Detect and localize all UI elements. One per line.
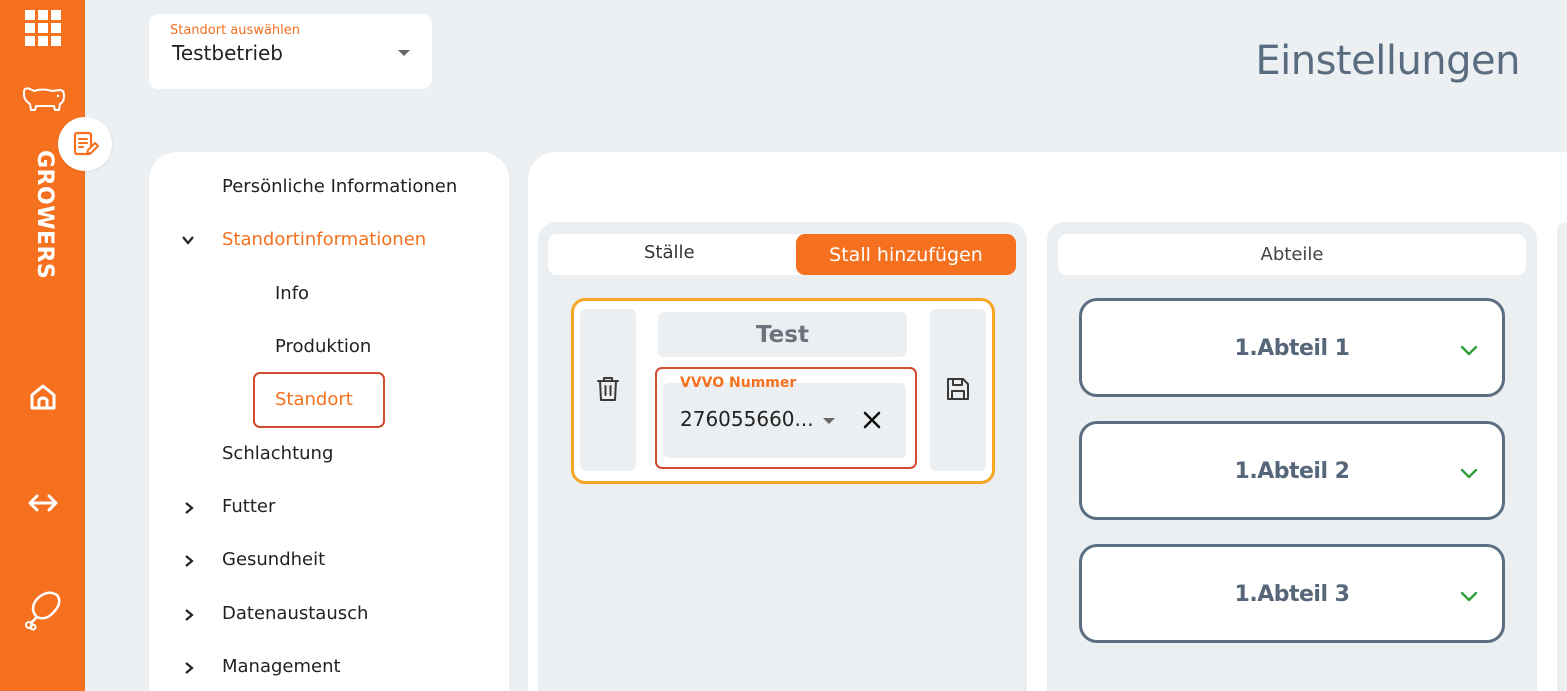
stall-name[interactable]: Test <box>658 312 907 357</box>
menu-item-info[interactable]: Info <box>275 283 309 304</box>
abteil-label: 1.Abteil 1 <box>1234 336 1350 361</box>
abteil-card[interactable]: 1.Abteil 3 <box>1079 544 1505 643</box>
abteile-header: Abteile <box>1058 234 1526 275</box>
location-select-label: Standort auswählen <box>170 23 300 38</box>
abteil-card[interactable]: 1.Abteil 1 <box>1079 298 1505 397</box>
location-select-value: Testbetrieb <box>172 41 284 65</box>
location-select[interactable]: Standort auswählen Testbetrieb <box>149 14 432 89</box>
vvvo-value: 276055660... <box>680 407 814 431</box>
menu-item-persoenliche-informationen[interactable]: Persönliche Informationen <box>222 176 457 197</box>
vvvo-select[interactable]: VVVO Nummer 276055660... <box>663 375 906 458</box>
ham-icon[interactable] <box>0 588 85 632</box>
chevron-down-icon[interactable] <box>1460 468 1478 480</box>
chevron-right-icon[interactable] <box>183 609 195 621</box>
menu-item-produktion[interactable]: Produktion <box>275 336 371 357</box>
chevron-down-icon[interactable] <box>182 234 194 246</box>
menu-item-standort[interactable]: Standort <box>275 389 353 410</box>
brand-name: GROWERS <box>32 150 57 280</box>
abteil-label: 1.Abteil 3 <box>1234 582 1350 607</box>
sidebar: GROWERS <box>0 0 85 691</box>
pig-icon[interactable] <box>0 82 85 116</box>
abteil-card[interactable]: 1.Abteil 2 <box>1079 421 1505 520</box>
delete-button[interactable] <box>580 309 636 471</box>
grid-icon[interactable] <box>0 8 85 48</box>
staelle-tabbar: Ställe Stall hinzufügen <box>548 234 1016 275</box>
menu-item-datenaustausch[interactable]: Datenaustausch <box>222 603 368 624</box>
menu-item-management[interactable]: Management <box>222 656 341 677</box>
chevron-down-icon[interactable] <box>1460 345 1478 357</box>
menu-item-schlachtung[interactable]: Schlachtung <box>222 443 333 464</box>
next-column <box>1557 222 1567 691</box>
chevron-down-icon[interactable] <box>1460 591 1478 603</box>
menu-item-gesundheit[interactable]: Gesundheit <box>222 549 325 570</box>
settings-menu: Persönliche Informationen Standortinform… <box>149 152 509 691</box>
chevron-right-icon[interactable] <box>183 662 195 674</box>
dropdown-arrow-icon <box>398 50 410 56</box>
home-icon[interactable] <box>0 380 85 414</box>
exchange-icon[interactable] <box>0 486 85 520</box>
vvvo-label: VVVO Nummer <box>680 375 797 391</box>
menu-item-futter[interactable]: Futter <box>222 496 275 517</box>
notes-edit-icon <box>73 131 99 156</box>
save-icon <box>947 378 969 400</box>
page-title: Einstellungen <box>1255 38 1520 84</box>
notes-edit-button[interactable] <box>58 117 112 171</box>
menu-item-standortinformationen[interactable]: Standortinformationen <box>222 229 426 250</box>
clear-icon[interactable] <box>861 409 883 431</box>
abteil-label: 1.Abteil 2 <box>1234 459 1350 484</box>
dropdown-arrow-icon[interactable] <box>823 418 835 424</box>
chevron-right-icon[interactable] <box>183 502 195 514</box>
save-button[interactable] <box>930 309 986 471</box>
trash-icon <box>597 377 619 401</box>
chevron-right-icon[interactable] <box>183 555 195 567</box>
tab-staelle[interactable]: Ställe <box>644 242 695 263</box>
add-stall-button[interactable]: Stall hinzufügen <box>796 234 1016 275</box>
